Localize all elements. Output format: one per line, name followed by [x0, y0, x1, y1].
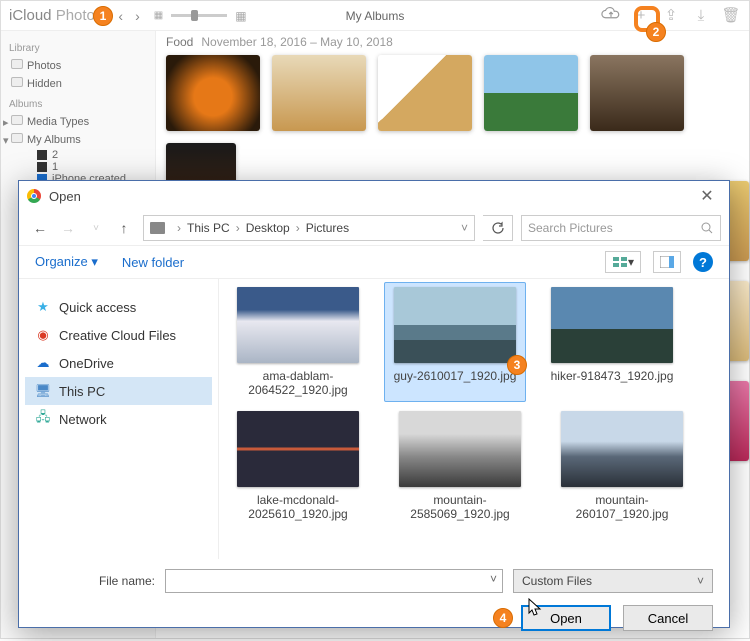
- photo-thumbnail[interactable]: [484, 55, 578, 131]
- file-item-selected[interactable]: guy-2610017_1920.jpg 3: [384, 282, 526, 402]
- dialog-footer: File name: ˅ Custom Files˅ 4 Open Cancel: [19, 559, 729, 641]
- photo-thumbnail[interactable]: [166, 55, 260, 131]
- annotation-badge-4: 4: [493, 608, 513, 628]
- cursor-icon: [527, 598, 545, 620]
- search-icon: [700, 221, 714, 235]
- my-albums-icon: [11, 133, 23, 143]
- pc-icon: [150, 222, 165, 234]
- file-label: ama-dablam-2064522_1920.jpg: [227, 369, 369, 397]
- photo-thumbnail[interactable]: [272, 55, 366, 131]
- dialog-toolbar: Organize ▾ New folder ▾ ?: [19, 245, 729, 279]
- file-label: mountain-260107_1920.jpg: [551, 493, 693, 521]
- cloud-icon: ☁: [35, 355, 51, 371]
- dialog-nav: ← → ˅ ↑ › This PC › Desktop › Pictures ˅…: [19, 211, 729, 245]
- sidebar-item-quick-access[interactable]: ★Quick access: [25, 293, 212, 321]
- breadcrumb-bar[interactable]: › This PC › Desktop › Pictures ˅: [143, 215, 475, 241]
- file-label: lake-mcdonald-2025610_1920.jpg: [227, 493, 369, 521]
- close-button[interactable]: ✕: [693, 186, 721, 206]
- file-open-dialog: Open ✕ ← → ˅ ↑ › This PC › Desktop › Pic…: [18, 180, 730, 628]
- album-name: Food: [166, 35, 193, 49]
- annotation-badge-2: 2: [646, 22, 666, 42]
- upload-cloud-icon[interactable]: [601, 5, 621, 25]
- sidebar-item-onedrive[interactable]: ☁OneDrive: [25, 349, 212, 377]
- sidebar-sub-2[interactable]: 1: [9, 161, 147, 173]
- file-item[interactable]: mountain-260107_1920.jpg: [551, 411, 693, 521]
- sidebar-item-this-pc[interactable]: 🖥This PC: [25, 377, 212, 405]
- new-folder-button[interactable]: New folder: [122, 255, 184, 270]
- breadcrumb[interactable]: Desktop: [246, 221, 290, 235]
- grid-small-icon: ▦: [154, 10, 163, 21]
- file-item[interactable]: hiker-918473_1920.jpg: [541, 287, 683, 397]
- sidebar-item-media-types[interactable]: Media Types: [9, 113, 147, 131]
- nav-back-icon[interactable]: ←: [27, 215, 53, 241]
- file-name-label: File name:: [35, 574, 155, 588]
- photo-thumbnail[interactable]: [378, 55, 472, 131]
- search-input[interactable]: Search Pictures: [521, 215, 721, 241]
- delete-icon[interactable]: 🗑: [721, 5, 741, 25]
- sidebar-header-albums: Albums: [9, 99, 147, 110]
- file-item[interactable]: ama-dablam-2064522_1920.jpg: [227, 287, 369, 397]
- media-types-icon: [11, 115, 23, 125]
- breadcrumb[interactable]: This PC: [187, 221, 230, 235]
- forward-button[interactable]: ›: [129, 8, 146, 24]
- grid-large-icon: ▦: [235, 9, 246, 23]
- star-icon: ★: [35, 299, 51, 315]
- sidebar-header-library: Library: [9, 43, 147, 54]
- preview-pane-toggle[interactable]: [653, 251, 681, 273]
- back-button[interactable]: ‹: [112, 8, 129, 24]
- cc-icon: ◉: [35, 327, 51, 343]
- photo-thumbnail[interactable]: [590, 55, 684, 131]
- dialog-sidebar: ★Quick access ◉Creative Cloud Files ☁One…: [19, 279, 219, 559]
- chrome-icon: [27, 189, 41, 203]
- sidebar-item-creative-cloud[interactable]: ◉Creative Cloud Files: [25, 321, 212, 349]
- sidebar-item-my-albums[interactable]: My Albums: [9, 131, 147, 149]
- annotation-badge-3: 3: [507, 355, 527, 375]
- file-type-filter[interactable]: Custom Files˅: [513, 569, 713, 593]
- file-list: ama-dablam-2064522_1920.jpg guy-2610017_…: [219, 279, 729, 559]
- breadcrumb[interactable]: Pictures: [306, 221, 349, 235]
- sidebar-sub-1[interactable]: 2: [9, 149, 147, 161]
- file-item[interactable]: mountain-2585069_1920.jpg: [389, 411, 531, 521]
- help-button[interactable]: ?: [693, 252, 713, 272]
- window-title: My Albums: [346, 9, 405, 23]
- nav-forward-icon[interactable]: →: [55, 215, 81, 241]
- refresh-button[interactable]: [483, 215, 513, 241]
- share-icon[interactable]: ⇪: [661, 5, 681, 25]
- file-name-input[interactable]: [165, 569, 503, 593]
- view-mode-selector[interactable]: ▾: [605, 251, 641, 273]
- file-label: guy-2610017_1920.jpg: [389, 369, 521, 383]
- file-label: hiker-918473_1920.jpg: [541, 369, 683, 383]
- dialog-title: Open: [49, 189, 81, 204]
- sidebar-item-network[interactable]: 🖧Network: [25, 405, 212, 433]
- file-label: mountain-2585069_1920.jpg: [389, 493, 531, 521]
- cancel-button[interactable]: Cancel: [623, 605, 713, 631]
- album-date-range: November 18, 2016 – May 10, 2018: [201, 35, 392, 49]
- organize-menu[interactable]: Organize ▾: [35, 254, 98, 270]
- annotation-badge-1: 1: [93, 6, 113, 26]
- sidebar-item-hidden[interactable]: Hidden: [9, 75, 147, 93]
- sidebar-item-photos[interactable]: Photos: [9, 57, 147, 75]
- file-item[interactable]: lake-mcdonald-2025610_1920.jpg: [227, 411, 369, 521]
- download-icon[interactable]: ⤓: [691, 5, 711, 25]
- pc-icon: 🖥: [35, 383, 51, 399]
- photos-icon: [11, 59, 23, 69]
- nav-dropdown-icon[interactable]: ˅: [83, 215, 109, 241]
- zoom-slider[interactable]: [171, 14, 227, 17]
- dialog-titlebar: Open ✕: [19, 181, 729, 211]
- network-icon: 🖧: [35, 411, 51, 427]
- hidden-icon: [11, 77, 23, 87]
- nav-up-icon[interactable]: ↑: [111, 215, 137, 241]
- app-title: iCloud Photos: [9, 7, 102, 24]
